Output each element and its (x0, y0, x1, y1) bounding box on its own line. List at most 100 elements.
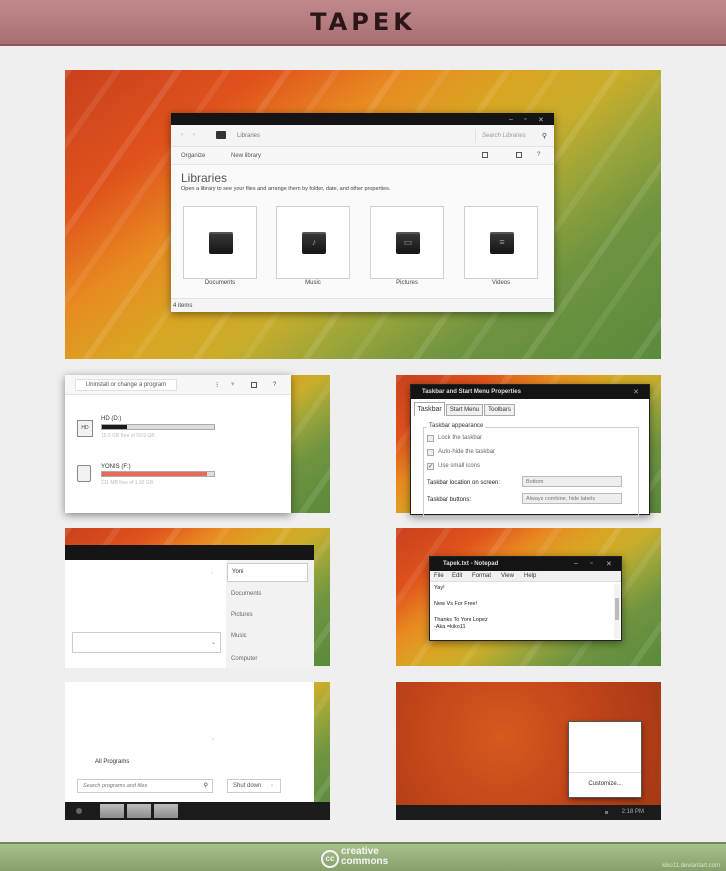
start-item-documents[interactable]: Documents (231, 591, 261, 597)
chevron-right-icon[interactable]: › (271, 783, 273, 789)
notepad-titlebar[interactable]: Tapek.txt - Notepad – ▫ ✕ (430, 557, 621, 571)
library-label: Pictures (396, 280, 418, 286)
small-icons-checkbox[interactable]: ✓ (427, 463, 434, 470)
menu-help[interactable]: Help (524, 573, 536, 579)
explorer-window: – ▫ ✕ ‹ › Libraries Search Libraries ⚲ O… (171, 113, 554, 312)
buttons-select[interactable]: Always combine, hide labels (522, 493, 622, 504)
start-search-input[interactable]: Search programs and files ⚲ (77, 779, 213, 793)
menu-edit[interactable]: Edit (452, 573, 462, 579)
preview-pane-icon[interactable] (251, 382, 257, 388)
window-title: Taskbar and Start Menu Properties (422, 389, 521, 395)
menu-file[interactable]: File (434, 573, 444, 579)
taskbar (65, 802, 330, 820)
taskbar-button[interactable] (127, 804, 151, 818)
text-line[interactable]: Thanks To Yoni Lopez (434, 617, 488, 623)
start-item-pictures[interactable]: Pictures (231, 612, 253, 618)
creative-commons-text: creative commons (341, 847, 388, 867)
view-options-icon[interactable]: ⁝ (216, 381, 218, 389)
close-icon[interactable]: ✕ (633, 388, 639, 396)
all-programs-link[interactable]: All Programs (95, 759, 129, 765)
library-documents[interactable] (183, 206, 257, 279)
scrollbar-thumb[interactable] (615, 598, 619, 620)
close-icon[interactable]: ✕ (606, 560, 612, 568)
taskbar-button[interactable] (100, 804, 124, 818)
close-icon[interactable]: ✕ (538, 116, 544, 124)
folder-icon (216, 131, 226, 139)
drive-free-space: 15.5 GB free of 59.9 GB (101, 433, 155, 439)
creative-commons-icon: cc (321, 850, 339, 868)
help-icon[interactable]: ? (273, 382, 276, 388)
help-icon[interactable]: ? (537, 152, 540, 158)
chevron-down-icon[interactable]: ⌄ (211, 639, 216, 646)
maximize-icon[interactable]: ▫ (590, 560, 592, 567)
computer-command-bar: Uninstall or change a program ⁝ ▾ ? (65, 375, 291, 395)
notification-overflow-popup: Customize... (569, 722, 641, 797)
libraries-heading: Libraries (181, 171, 228, 185)
library-videos[interactable]: ≡ (464, 206, 538, 279)
drive-name[interactable]: HD (D:) (101, 416, 121, 422)
menu-format[interactable]: Format (472, 573, 491, 579)
drive-usage-fill (102, 472, 208, 476)
location-select[interactable]: Bottom (522, 476, 622, 487)
lock-taskbar-checkbox[interactable] (427, 435, 434, 442)
computer-window: Uninstall or change a program ⁝ ▾ ? HD H… (65, 375, 291, 513)
view-icon[interactable] (482, 152, 488, 158)
tab-start-menu[interactable]: Start Menu (446, 404, 483, 416)
minimize-icon[interactable]: – (509, 116, 513, 123)
search-icon[interactable]: ⚲ (542, 132, 547, 140)
page-title: TAPEK (310, 8, 416, 36)
documents-folder-icon (209, 232, 233, 254)
back-icon[interactable]: ‹ (181, 132, 183, 138)
start-orb-icon[interactable] (76, 808, 82, 814)
hard-drive-icon: HD (77, 420, 93, 437)
address-bar[interactable]: ‹ › Libraries Search Libraries ⚲ (171, 125, 554, 147)
command-bar: Organize New library ? (171, 147, 554, 165)
tab-toolbars[interactable]: Toolbars (484, 404, 515, 416)
checkbox-label: Use small icons (438, 463, 481, 469)
text-line[interactable]: Yay! (434, 585, 445, 591)
tab-taskbar[interactable]: Taskbar (414, 402, 445, 416)
item-count: 4 items (173, 303, 193, 309)
tray-arrow-icon[interactable] (605, 811, 608, 814)
search-placeholder: Search programs and files (83, 783, 148, 789)
start-search-input[interactable]: ⌄ (72, 632, 221, 653)
forward-icon[interactable]: › (193, 132, 195, 138)
new-library-button[interactable]: New library (231, 153, 261, 159)
explorer-titlebar[interactable]: – ▫ ✕ (171, 113, 554, 125)
preview-pane-icon[interactable] (516, 152, 522, 158)
start-menu-user[interactable]: Yoni (227, 563, 308, 582)
group-label: Taskbar appearance (427, 423, 486, 429)
start-item-computer[interactable]: Computer (231, 656, 257, 662)
text-line[interactable]: -Aka =kiko11 (434, 624, 466, 630)
library-label: Videos (491, 280, 511, 286)
customize-link[interactable]: Customize... (569, 781, 641, 787)
search-input[interactable]: Search Libraries ⚲ (475, 129, 551, 143)
uninstall-program-button[interactable]: Uninstall or change a program (75, 379, 177, 391)
notepad-window: Tapek.txt - Notepad – ▫ ✕ File Edit Form… (429, 556, 622, 641)
library-label: Documents (204, 280, 236, 286)
text-line[interactable]: New Vs For Free! (434, 601, 477, 607)
chevron-right-icon[interactable]: › (211, 570, 213, 576)
maximize-icon[interactable]: ▫ (524, 116, 526, 123)
taskbar-button[interactable] (154, 804, 178, 818)
auto-hide-checkbox[interactable] (427, 449, 434, 456)
minimize-icon[interactable]: – (574, 560, 578, 567)
videos-folder-icon: ≡ (490, 232, 514, 254)
scrollbar[interactable] (614, 584, 620, 639)
chevron-down-icon[interactable]: ▾ (231, 380, 235, 388)
taskbar-properties-titlebar[interactable]: Taskbar and Start Menu Properties ✕ (411, 385, 649, 399)
clock[interactable]: 2:18 PM (622, 809, 644, 815)
drive-name[interactable]: YONIS (F:) (101, 464, 131, 470)
search-icon[interactable]: ⚲ (204, 782, 208, 789)
credit-text: kiko11.deviantart.com (662, 863, 720, 869)
chevron-right-icon[interactable]: › (212, 737, 214, 743)
drive-usage-bar (101, 471, 215, 477)
search-placeholder: Search Libraries (482, 133, 526, 139)
status-bar: 4 items (171, 298, 554, 312)
library-music[interactable]: ♪ (276, 206, 350, 279)
address-text[interactable]: Libraries (237, 133, 260, 139)
organize-button[interactable]: Organize (181, 153, 205, 159)
start-item-music[interactable]: Music (231, 633, 247, 639)
library-pictures[interactable]: ▭ (370, 206, 444, 279)
menu-view[interactable]: View (501, 573, 514, 579)
